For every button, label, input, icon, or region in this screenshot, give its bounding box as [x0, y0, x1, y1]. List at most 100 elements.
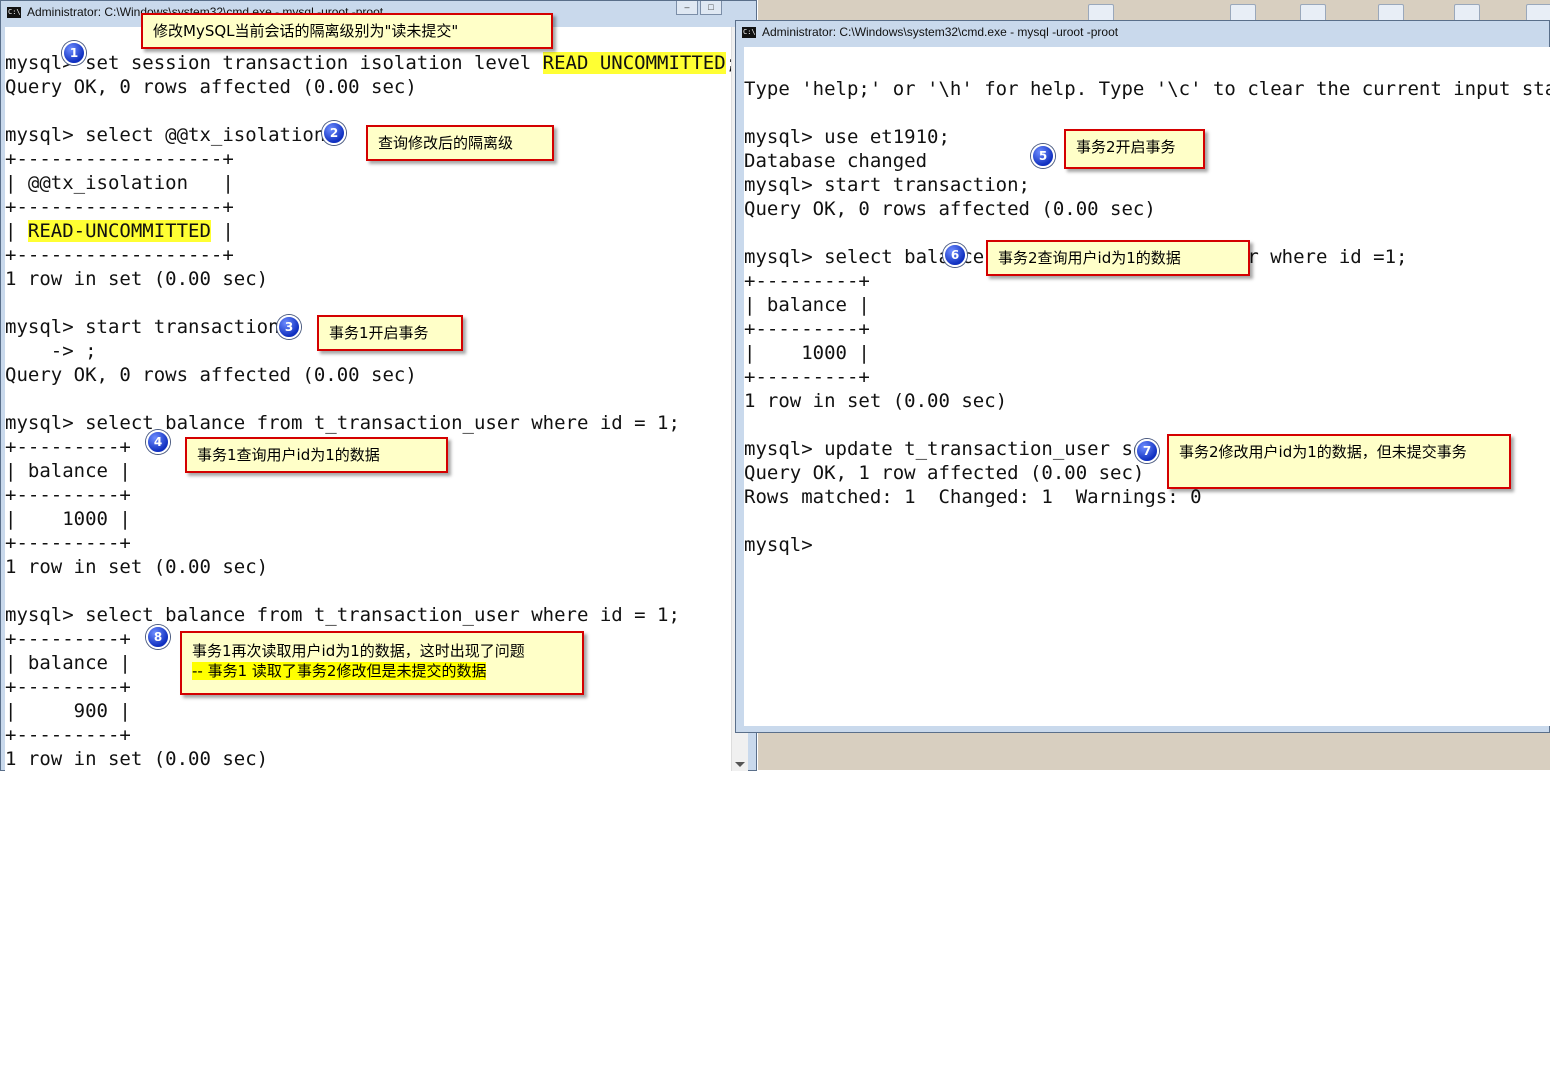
step-badge-6: 6 [943, 243, 967, 267]
console-text: mysql> select balance from t_transaction… [5, 412, 680, 434]
annotation-text: 事务1开启事务 [329, 324, 429, 342]
right-window-title: Administrator: C:\Windows\system32\cmd.e… [762, 25, 1119, 39]
console-text: +---------+ [744, 366, 870, 388]
console-text: mysql> use et1910; [744, 126, 950, 148]
console-text: -> ; [5, 340, 97, 362]
console-text: | balance | [744, 294, 870, 316]
console-text: | 1000 | [5, 508, 131, 530]
console-line: | @@tx_isolation | [5, 171, 234, 195]
annotation-text: 修改MySQL当前会话的隔离级别为"读未提交" [153, 22, 459, 40]
console-text: | balance | [5, 652, 131, 674]
console-line: Database changed [744, 149, 927, 173]
console-line: +------------------+ [5, 195, 234, 219]
step-badge-4: 4 [146, 430, 170, 454]
console-line: mysql> set session transaction isolation… [5, 51, 732, 75]
console-text: 1 row in set (0.00 sec) [5, 268, 269, 290]
console-text: mysql> start transaction; [744, 174, 1030, 196]
console-line: +------------------+ [5, 243, 234, 267]
console-line: Query OK, 0 rows affected (0.00 sec) [744, 197, 1156, 221]
console-text: +------------------+ [5, 244, 234, 266]
console-text: +------------------+ [5, 196, 234, 218]
right-cmd-window[interactable]: Administrator: C:\Windows\system32\cmd.e… [735, 20, 1550, 733]
console-text: | [210, 220, 234, 242]
console-text: mysql> [744, 534, 813, 556]
console-text: +---------+ [5, 532, 131, 554]
console-text: Query OK, 0 rows affected (0.00 sec) [5, 364, 417, 386]
annotation-text: 事务1再次读取用户id为1的数据，这时出现了问题 [192, 642, 525, 660]
console-text: | [5, 220, 28, 242]
annotation-text: 事务2查询用户id为1的数据 [998, 249, 1181, 267]
console-text: 1 row in set (0.00 sec) [744, 390, 1008, 412]
console-line: mysql> use et1910; [744, 125, 950, 149]
step-badge-5: 5 [1031, 144, 1055, 168]
highlighted-text: READ UNCOMMITTED [542, 52, 726, 74]
console-line: 1 row in set (0.00 sec) [5, 555, 268, 579]
console-text: Query OK, 0 rows affected (0.00 sec) [744, 198, 1156, 220]
console-text: +---------+ [5, 724, 131, 746]
highlighted-text: READ-UNCOMMITTED [27, 220, 211, 242]
console-line: Query OK, 1 row affected (0.00 sec) [744, 461, 1144, 485]
console-text: | @@tx_isolation | [5, 172, 234, 194]
maximize-button[interactable]: □ [700, 1, 722, 15]
annotation-text: 查询修改后的隔离级 [378, 134, 514, 152]
console-line: mysql> select @@tx_isolation; [5, 123, 337, 147]
console-line: +---------+ [5, 723, 131, 747]
console-text: Type 'help;' or '\h' for help. Type '\c'… [744, 78, 1550, 100]
console-text: +---------+ [5, 676, 131, 698]
console-line: +---------+ [744, 365, 870, 389]
console-text: +---------+ [744, 270, 870, 292]
console-text: +------------------+ [5, 148, 234, 170]
console-line: +---------+ [744, 269, 870, 293]
console-text: 1 row in set (0.00 sec) [5, 748, 269, 770]
step-badge-3: 3 [277, 315, 301, 339]
annotation-subtext: -- 事务1 读取了事务2修改但是未提交的数据 [192, 662, 487, 680]
console-text: | 900 | [5, 700, 131, 722]
console-text: Rows matched: 1 Changed: 1 Warnings: 0 [744, 486, 1202, 508]
console-text: Database changed [744, 150, 928, 172]
console-text: +---------+ [5, 628, 131, 650]
console-line: | 1000 | [744, 341, 870, 365]
annotation-text: 事务2修改用户id为1的数据，但未提交事务 [1179, 443, 1467, 461]
console-text: Query OK, 0 rows affected (0.00 sec) [5, 76, 417, 98]
annotation-note-6: 事务2查询用户id为1的数据 [986, 240, 1250, 276]
console-text: | balance | [5, 460, 131, 482]
console-line: +---------+ [744, 317, 870, 341]
console-line: | READ-UNCOMMITTED | [5, 219, 234, 243]
minimize-button[interactable]: – [676, 1, 698, 15]
console-line: -> ; [5, 339, 97, 363]
console-text: | 1000 | [744, 342, 870, 364]
annotation-text: 事务2开启事务 [1076, 138, 1176, 156]
console-line: Rows matched: 1 Changed: 1 Warnings: 0 [744, 485, 1202, 509]
console-line: | balance | [5, 459, 131, 483]
console-line: +------------------+ [5, 147, 234, 171]
annotation-note-7: 事务2修改用户id为1的数据，但未提交事务 [1167, 434, 1511, 489]
console-line: | balance | [5, 651, 131, 675]
step-badge-7: 7 [1135, 439, 1159, 463]
step-badge-8: 8 [146, 625, 170, 649]
console-line: | 1000 | [5, 507, 131, 531]
console-text: Query OK, 1 row affected (0.00 sec) [744, 462, 1145, 484]
annotation-note-4: 事务1查询用户id为1的数据 [185, 437, 448, 473]
console-line: Type 'help;' or '\h' for help. Type '\c'… [744, 77, 1550, 101]
console-text: mysql> select @@tx_isolation; [5, 124, 337, 146]
right-window-titlebar[interactable]: Administrator: C:\Windows\system32\cmd.e… [736, 21, 1549, 43]
console-line: +---------+ [5, 531, 131, 555]
scroll-down-arrow-icon[interactable] [735, 762, 745, 767]
console-line: +---------+ [5, 675, 131, 699]
console-line: mysql> select balance from t_transaction… [5, 603, 680, 627]
step-badge-1: 1 [62, 41, 86, 65]
console-line: +---------+ [5, 435, 131, 459]
console-line: +---------+ [5, 627, 131, 651]
console-line: mysql> select balance from t_transaction… [5, 411, 680, 435]
console-line: 1 row in set (0.00 sec) [5, 747, 268, 771]
console-line: mysql> start transaction; [744, 173, 1030, 197]
annotation-note-2: 查询修改后的隔离级 [366, 125, 554, 161]
annotation-text: 事务1查询用户id为1的数据 [197, 446, 380, 464]
console-line: +---------+ [5, 483, 131, 507]
annotation-note-8: 事务1再次读取用户id为1的数据，这时出现了问题 -- 事务1 读取了事务2修改… [180, 631, 584, 695]
console-line: Query OK, 0 rows affected (0.00 sec) [5, 363, 417, 387]
annotation-note-3: 事务1开启事务 [317, 315, 463, 351]
console-line: | 900 | [5, 699, 131, 723]
console-line: 1 row in set (0.00 sec) [5, 267, 268, 291]
console-line: mysql> start transaction [5, 315, 280, 339]
